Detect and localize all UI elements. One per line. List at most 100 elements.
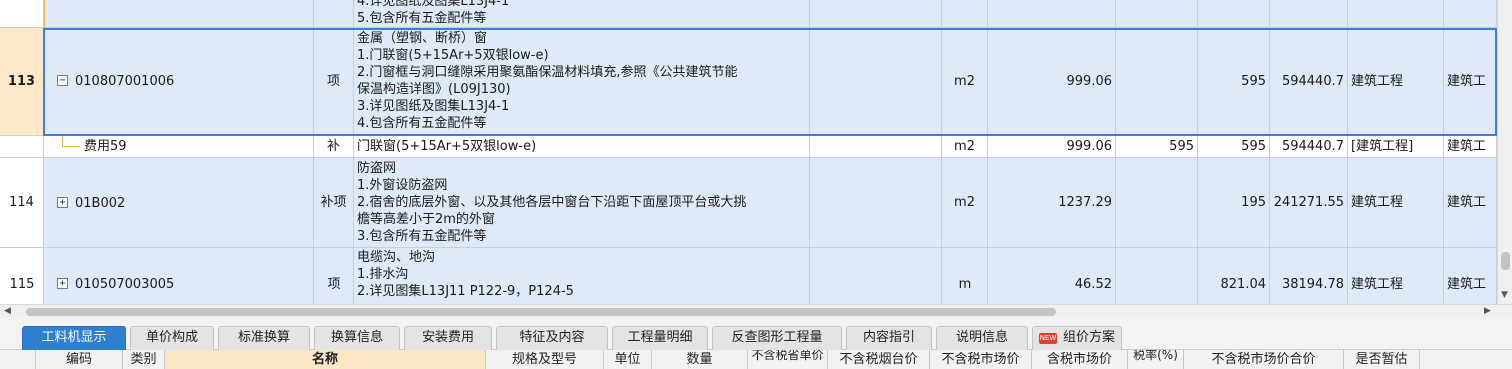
row-number-cell[interactable] (0, 0, 44, 28)
description-cell[interactable]: 门联窗(5+15Ar+5双银low-e) (354, 136, 810, 158)
bill-grid[interactable]: 4.详见图纸及图集L13J4-1 5.包含所有五金配件等 113 − 01080… (0, 0, 1497, 304)
spec-cell[interactable] (810, 0, 942, 28)
type-cell[interactable]: 补 (314, 136, 354, 158)
description-cell[interactable]: 4.详见图纸及图集L13J4-1 5.包含所有五金配件等 (354, 0, 810, 28)
spec-cell[interactable] (810, 28, 942, 136)
column-header-is-provisional[interactable]: 是否暂估 (1344, 350, 1420, 369)
unit-cell[interactable]: m (942, 248, 988, 304)
code-cell[interactable]: + 01B002 (44, 158, 314, 248)
quantity-value: 46.52 (1074, 277, 1112, 292)
tab-standard-conversion[interactable]: 标准换算 (218, 326, 310, 350)
vertical-scrollbar[interactable]: ▼ (1497, 0, 1512, 304)
unit-cell[interactable]: m2 (942, 136, 988, 158)
code-cell[interactable]: 费用59 (44, 136, 314, 158)
description-cell[interactable]: 金属（塑钢、断桥）窗 1.门联窗(5+15Ar+5双银low-e) 2.门窗框与… (354, 28, 810, 136)
horizontal-scrollbar[interactable]: ◀ ▶ (0, 304, 1512, 318)
total-value: 38194.78 (1281, 277, 1344, 292)
spec-cell[interactable] (810, 248, 942, 304)
column-header-market-total[interactable]: 不含税市场价合价 (1184, 350, 1344, 369)
tab-pricing-scheme[interactable]: NEW 组价方案 (1032, 326, 1122, 350)
column-header-tax-market-price[interactable]: 含税市场价 (1032, 350, 1128, 369)
unit-price-cell[interactable]: 821.04 (1198, 248, 1270, 304)
quantity-cell[interactable]: 46.52 (988, 248, 1116, 304)
tab-quantity-detail[interactable]: 工程量明细 (612, 326, 708, 350)
category-cell[interactable] (1348, 0, 1444, 28)
description-cell[interactable]: 防盗网 1.外窗设防盗网 2.宿舍的底层外窗、以及其他各层中窗台下沿距下面屋顶平… (354, 158, 810, 248)
scroll-left-arrow-icon[interactable]: ◀ (4, 306, 11, 316)
column-header-quantity[interactable]: 数量 (652, 350, 748, 369)
column-header-code[interactable]: 编码 (36, 350, 123, 369)
tab-description-info[interactable]: 说明信息 (936, 326, 1028, 350)
column-header-provincial-price[interactable]: 不含税省单价 (748, 350, 828, 369)
category-cell[interactable]: 建筑工程 (1348, 28, 1444, 136)
row-number-cell[interactable] (0, 136, 44, 158)
total-cell[interactable]: 241271.55 (1270, 158, 1348, 248)
tab-content-guide[interactable]: 内容指引 (846, 326, 932, 350)
unit-price-cell[interactable]: 595 (1198, 28, 1270, 136)
total-cell[interactable]: 594440.7 (1270, 136, 1348, 158)
price-cell[interactable] (1116, 248, 1198, 304)
code-cell[interactable]: − 010807001006 (44, 28, 314, 136)
category-cell[interactable]: 建筑工程 (1348, 158, 1444, 248)
tab-installation-cost[interactable]: 安装费用 (404, 326, 492, 350)
scroll-right-arrow-icon[interactable]: ▶ (1484, 306, 1491, 316)
description-line: 金属（塑钢、断桥）窗 (357, 31, 488, 46)
tab-material-machine[interactable]: 工料机显示 (22, 326, 126, 350)
column-header-tax-rate[interactable]: 税率(%) (1128, 350, 1184, 369)
category2-cell[interactable] (1444, 0, 1497, 28)
code-cell[interactable] (44, 0, 314, 28)
row-number-cell[interactable]: 115 (0, 248, 44, 304)
row-number-cell[interactable]: 114 (0, 158, 44, 248)
price-cell[interactable] (1116, 28, 1198, 136)
quantity-cell[interactable] (988, 0, 1116, 28)
tab-reverse-graphic-quantity[interactable]: 反查图形工程量 (712, 326, 842, 350)
price-cell[interactable] (1116, 0, 1198, 28)
total-cell[interactable]: 38194.78 (1270, 248, 1348, 304)
expand-icon[interactable]: + (57, 278, 68, 289)
column-header-yantai-price[interactable]: 不含税烟台价 (828, 350, 930, 369)
item-code: 010807001006 (75, 74, 175, 89)
type-cell[interactable]: 补项 (314, 158, 354, 248)
unit-cell[interactable]: m2 (942, 28, 988, 136)
price-cell[interactable] (1116, 158, 1198, 248)
category2-cell[interactable]: 建筑工 (1444, 248, 1497, 304)
vertical-scroll-thumb[interactable] (1501, 252, 1510, 270)
column-header-spec[interactable]: 规格及型号 (486, 350, 604, 369)
category-cell[interactable]: 建筑工程 (1348, 248, 1444, 304)
tab-unit-price-composition[interactable]: 单价构成 (130, 326, 214, 350)
type-cell[interactable]: 项 (314, 248, 354, 304)
category2-cell[interactable]: 建筑工 (1444, 28, 1497, 136)
unit-price-cell[interactable] (1198, 0, 1270, 28)
tab-features-content[interactable]: 特征及内容 (496, 326, 608, 350)
type-cell[interactable] (314, 0, 354, 28)
category-value: 建筑工程 (1351, 277, 1404, 292)
tab-conversion-info[interactable]: 换算信息 (314, 326, 400, 350)
unit-cell[interactable]: m2 (942, 158, 988, 248)
description-cell[interactable]: 电缆沟、地沟 1.排水沟 2.详见图集L13J11 P122-9，P124-5 (354, 248, 810, 304)
spec-cell[interactable] (810, 136, 942, 158)
column-header-type[interactable]: 类别 (123, 350, 165, 369)
column-header-name[interactable]: 名称 (165, 350, 486, 369)
total-cell[interactable]: 594440.7 (1270, 28, 1348, 136)
price-cell[interactable]: 595 (1116, 136, 1198, 158)
unit-price-cell[interactable]: 595 (1198, 136, 1270, 158)
category2-cell[interactable]: 建筑工 (1444, 158, 1497, 248)
column-header-unit[interactable]: 单位 (604, 350, 652, 369)
unit-cell[interactable] (942, 0, 988, 28)
unit-price-cell[interactable]: 195 (1198, 158, 1270, 248)
scroll-down-arrow-icon[interactable]: ▼ (1501, 290, 1508, 300)
total-cell[interactable] (1270, 0, 1348, 28)
expand-icon[interactable]: + (57, 197, 68, 208)
quantity-cell[interactable]: 1237.29 (988, 158, 1116, 248)
row-number-cell[interactable]: 113 (0, 28, 44, 136)
code-cell[interactable]: + 010507003005 (44, 248, 314, 304)
spec-cell[interactable] (810, 158, 942, 248)
category2-cell[interactable]: 建筑工 (1444, 136, 1497, 158)
column-header-market-price[interactable]: 不含税市场价 (930, 350, 1032, 369)
type-cell[interactable]: 项 (314, 28, 354, 136)
horizontal-scroll-thumb[interactable] (26, 308, 1056, 316)
category-cell[interactable]: [建筑工程] (1348, 136, 1444, 158)
quantity-cell[interactable]: 999.06 (988, 28, 1116, 136)
collapse-icon[interactable]: − (57, 75, 68, 86)
quantity-cell[interactable]: 999.06 (988, 136, 1116, 158)
